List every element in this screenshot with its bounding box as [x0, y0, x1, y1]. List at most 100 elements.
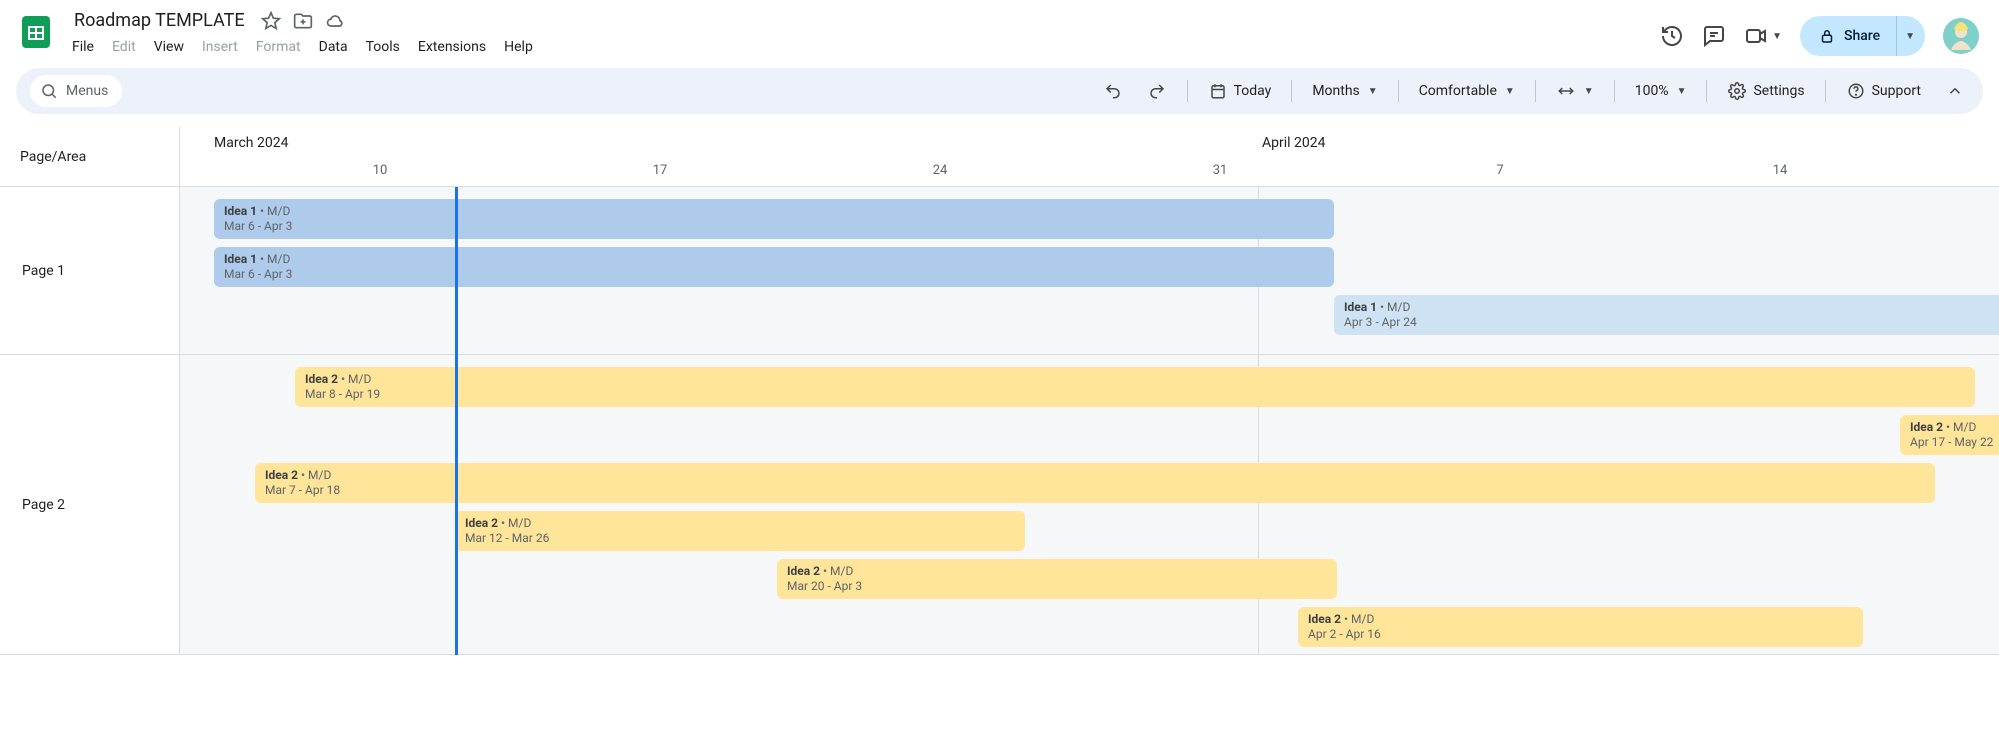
- density-dropdown[interactable]: Comfortable ▼: [1409, 77, 1525, 105]
- group-lane[interactable]: Idea 1 • M/DMar 6 - Apr 3Idea 1 • M/DMar…: [180, 187, 1999, 355]
- share-button[interactable]: Share: [1800, 16, 1896, 56]
- menu-file[interactable]: File: [64, 35, 102, 59]
- meet-icon[interactable]: [1744, 24, 1768, 48]
- timeline-bar[interactable]: Idea 1 • M/DApr 3 - Apr 24: [1334, 295, 1999, 335]
- timeline-scale-header[interactable]: March 2024April 2024 10172431714: [180, 127, 1999, 186]
- bar-title: Idea 1: [224, 204, 257, 218]
- bar-dates: Mar 20 - Apr 3: [787, 579, 1327, 594]
- move-icon[interactable]: [293, 11, 313, 31]
- zoom-dropdown[interactable]: 100% ▼: [1625, 77, 1697, 105]
- fit-width-icon: [1556, 81, 1576, 101]
- bar-suffix: • M/D: [257, 252, 290, 266]
- title-area: Roadmap TEMPLATE File Edit View Insert F…: [64, 8, 1660, 59]
- separator: [1187, 80, 1188, 102]
- timeline-body: Page 1Page 2 Idea 1 • M/DMar 6 - Apr 3Id…: [0, 187, 1999, 655]
- settings-button[interactable]: Settings: [1717, 75, 1814, 107]
- search-menus[interactable]: Menus: [30, 75, 122, 107]
- timeline-bar[interactable]: Idea 2 • M/DApr 2 - Apr 16: [1298, 607, 1863, 647]
- header: Roadmap TEMPLATE File Edit View Insert F…: [0, 0, 1999, 64]
- menu-insert[interactable]: Insert: [194, 35, 246, 59]
- menu-data[interactable]: Data: [311, 35, 356, 59]
- group-lane[interactable]: Idea 2 • M/DMar 8 - Apr 19Idea 2 • M/DAp…: [180, 355, 1999, 655]
- support-button[interactable]: Support: [1836, 75, 1931, 107]
- bar-dates: Mar 6 - Apr 3: [224, 267, 1324, 282]
- timeline-bar[interactable]: Idea 2 • M/DMar 12 - Mar 26: [455, 511, 1025, 551]
- share-label: Share: [1844, 28, 1880, 44]
- menu-help[interactable]: Help: [496, 35, 541, 59]
- share-group: Share ▼: [1800, 16, 1925, 56]
- lock-icon: [1818, 27, 1836, 45]
- timeline-bar[interactable]: Idea 2 • M/DMar 7 - Apr 18: [255, 463, 1935, 503]
- timeline-bar[interactable]: Idea 2 • M/DApr 17 - May 22: [1900, 415, 1999, 455]
- menu-tools[interactable]: Tools: [358, 35, 408, 59]
- timeline-bar[interactable]: Idea 2 • M/DMar 8 - Apr 19: [295, 367, 1975, 407]
- separator: [1291, 80, 1292, 102]
- menu-format[interactable]: Format: [248, 35, 309, 59]
- menu-view[interactable]: View: [146, 35, 192, 59]
- undo-button[interactable]: [1093, 75, 1133, 107]
- bar-dates: Mar 7 - Apr 18: [265, 483, 1925, 498]
- timeline-bar[interactable]: Idea 2 • M/DMar 20 - Apr 3: [777, 559, 1337, 599]
- fit-button[interactable]: ▼: [1546, 75, 1604, 107]
- account-avatar[interactable]: [1943, 18, 1979, 54]
- density-label: Comfortable: [1419, 83, 1497, 99]
- bar-title: Idea 2: [1308, 612, 1341, 626]
- cloud-status-icon[interactable]: [325, 11, 345, 31]
- chevron-down-icon: ▼: [1905, 31, 1915, 42]
- timeline-header: Page/Area March 2024April 2024 101724317…: [0, 127, 1999, 187]
- separator: [1535, 80, 1536, 102]
- bar-dates: Apr 2 - Apr 16: [1308, 627, 1853, 642]
- menu-extensions[interactable]: Extensions: [410, 35, 494, 59]
- bar-suffix: • M/D: [820, 564, 853, 578]
- bar-suffix: • M/D: [338, 372, 371, 386]
- day-label: 31: [1213, 163, 1228, 178]
- comments-icon[interactable]: [1702, 24, 1726, 48]
- chevron-down-icon: ▼: [1505, 86, 1515, 97]
- bar-suffix: • M/D: [1377, 300, 1410, 314]
- star-icon[interactable]: [261, 11, 281, 31]
- chevron-up-icon: [1946, 82, 1964, 100]
- document-title[interactable]: Roadmap TEMPLATE: [70, 8, 249, 33]
- collapse-toolbar-button[interactable]: [1941, 77, 1969, 105]
- meet-dropdown-icon[interactable]: ▼: [1772, 31, 1782, 42]
- header-right: ▼ Share ▼: [1660, 8, 1983, 56]
- day-label: 24: [933, 163, 948, 178]
- menu-edit[interactable]: Edit: [104, 35, 144, 59]
- today-button[interactable]: Today: [1198, 75, 1282, 107]
- bar-title: Idea 2: [1910, 420, 1943, 434]
- redo-icon: [1147, 81, 1167, 101]
- month-label: March 2024: [214, 135, 288, 151]
- timeline-canvas[interactable]: Idea 1 • M/DMar 6 - Apr 3Idea 1 • M/DMar…: [180, 187, 1999, 655]
- scale-dropdown[interactable]: Months ▼: [1302, 77, 1387, 105]
- day-label: 14: [1773, 163, 1788, 178]
- gear-icon: [1727, 81, 1747, 101]
- separator: [1825, 80, 1826, 102]
- timeline-bar[interactable]: Idea 1 • M/DMar 6 - Apr 3: [214, 247, 1334, 287]
- group-row[interactable]: Page 2: [0, 355, 179, 655]
- redo-button[interactable]: [1137, 75, 1177, 107]
- share-dropdown[interactable]: ▼: [1896, 16, 1925, 56]
- bar-suffix: • M/D: [498, 516, 531, 530]
- day-label: 7: [1496, 163, 1503, 178]
- scale-label: Months: [1312, 83, 1359, 99]
- bar-title: Idea 2: [787, 564, 820, 578]
- today-line: [455, 187, 458, 655]
- separator: [1614, 80, 1615, 102]
- settings-label: Settings: [1753, 83, 1804, 99]
- search-icon: [40, 82, 58, 100]
- timeline-bar[interactable]: Idea 1 • M/DMar 6 - Apr 3: [214, 199, 1334, 239]
- group-row[interactable]: Page 1: [0, 187, 179, 355]
- history-icon[interactable]: [1660, 24, 1684, 48]
- search-label: Menus: [66, 83, 108, 99]
- chevron-down-icon: ▼: [1368, 86, 1378, 97]
- timeline-view: Page/Area March 2024April 2024 101724317…: [0, 126, 1999, 742]
- bar-suffix: • M/D: [1341, 612, 1374, 626]
- support-label: Support: [1872, 83, 1921, 99]
- chevron-down-icon: ▼: [1584, 86, 1594, 97]
- sheets-app-icon[interactable]: [16, 12, 56, 52]
- bar-suffix: • M/D: [298, 468, 331, 482]
- bar-suffix: • M/D: [257, 204, 290, 218]
- bar-dates: Apr 17 - May 22: [1910, 435, 1999, 450]
- undo-icon: [1103, 81, 1123, 101]
- zoom-label: 100%: [1635, 83, 1669, 99]
